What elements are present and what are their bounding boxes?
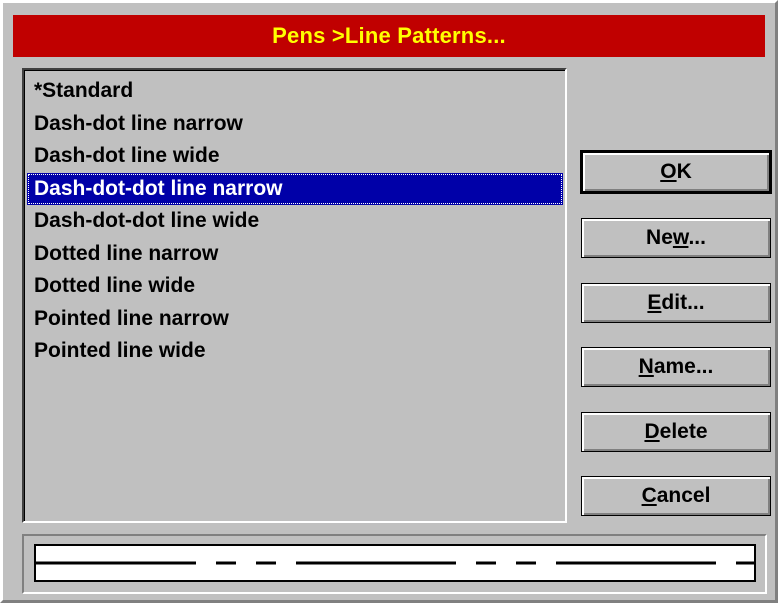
new-button[interactable]: New... [581,218,771,258]
dialog-title: Pens >Line Patterns... [272,23,506,48]
delete-button[interactable]: Delete [581,412,771,452]
ok-label-post: K [676,160,692,183]
new-label-post: ... [688,226,706,249]
new-label-mnemonic: w [672,226,689,249]
list-item-dotted-narrow[interactable]: Dotted line narrow [27,238,563,271]
new-label-pre: Ne [646,226,673,249]
cancel-button[interactable]: Cancel [581,476,771,516]
line-pattern-listbox[interactable]: *Standard Dash-dot line narrow Dash-dot … [22,68,567,523]
list-item-pointed-narrow[interactable]: Pointed line narrow [27,303,563,336]
list-item-dash-dot-dot-wide[interactable]: Dash-dot-dot line wide [27,205,563,238]
name-button[interactable]: Name... [581,347,771,387]
list-item-pointed-wide[interactable]: Pointed line wide [27,335,563,368]
dialog-title-bar[interactable]: Pens >Line Patterns... [13,15,765,57]
list-item-standard[interactable]: *Standard [27,75,563,108]
dash-dot-dot-line-preview [36,561,754,565]
cancel-label-mnemonic: C [641,484,657,507]
ok-label-mnemonic: O [660,160,677,183]
list-item-dash-dot-wide[interactable]: Dash-dot line wide [27,140,563,173]
edit-label-mnemonic: E [647,291,662,314]
list-item-dash-dot-dot-narrow[interactable]: Dash-dot-dot line narrow [27,172,563,205]
delete-label-mnemonic: D [644,420,660,443]
list-item-dotted-wide[interactable]: Dotted line wide [27,270,563,303]
pattern-preview [34,544,756,582]
delete-label-post: elete [659,420,708,443]
name-label-post: ame... [653,355,714,378]
edit-button[interactable]: Edit... [581,283,771,323]
ok-button[interactable]: OK [580,150,772,194]
edit-label-post: dit... [661,291,705,314]
line-patterns-dialog: Pens >Line Patterns... *Standard Dash-do… [0,0,778,603]
cancel-label-post: ancel [656,484,711,507]
list-item-dash-dot-narrow[interactable]: Dash-dot line narrow [27,108,563,141]
name-label-mnemonic: N [638,355,654,378]
pattern-preview-frame [22,534,767,594]
